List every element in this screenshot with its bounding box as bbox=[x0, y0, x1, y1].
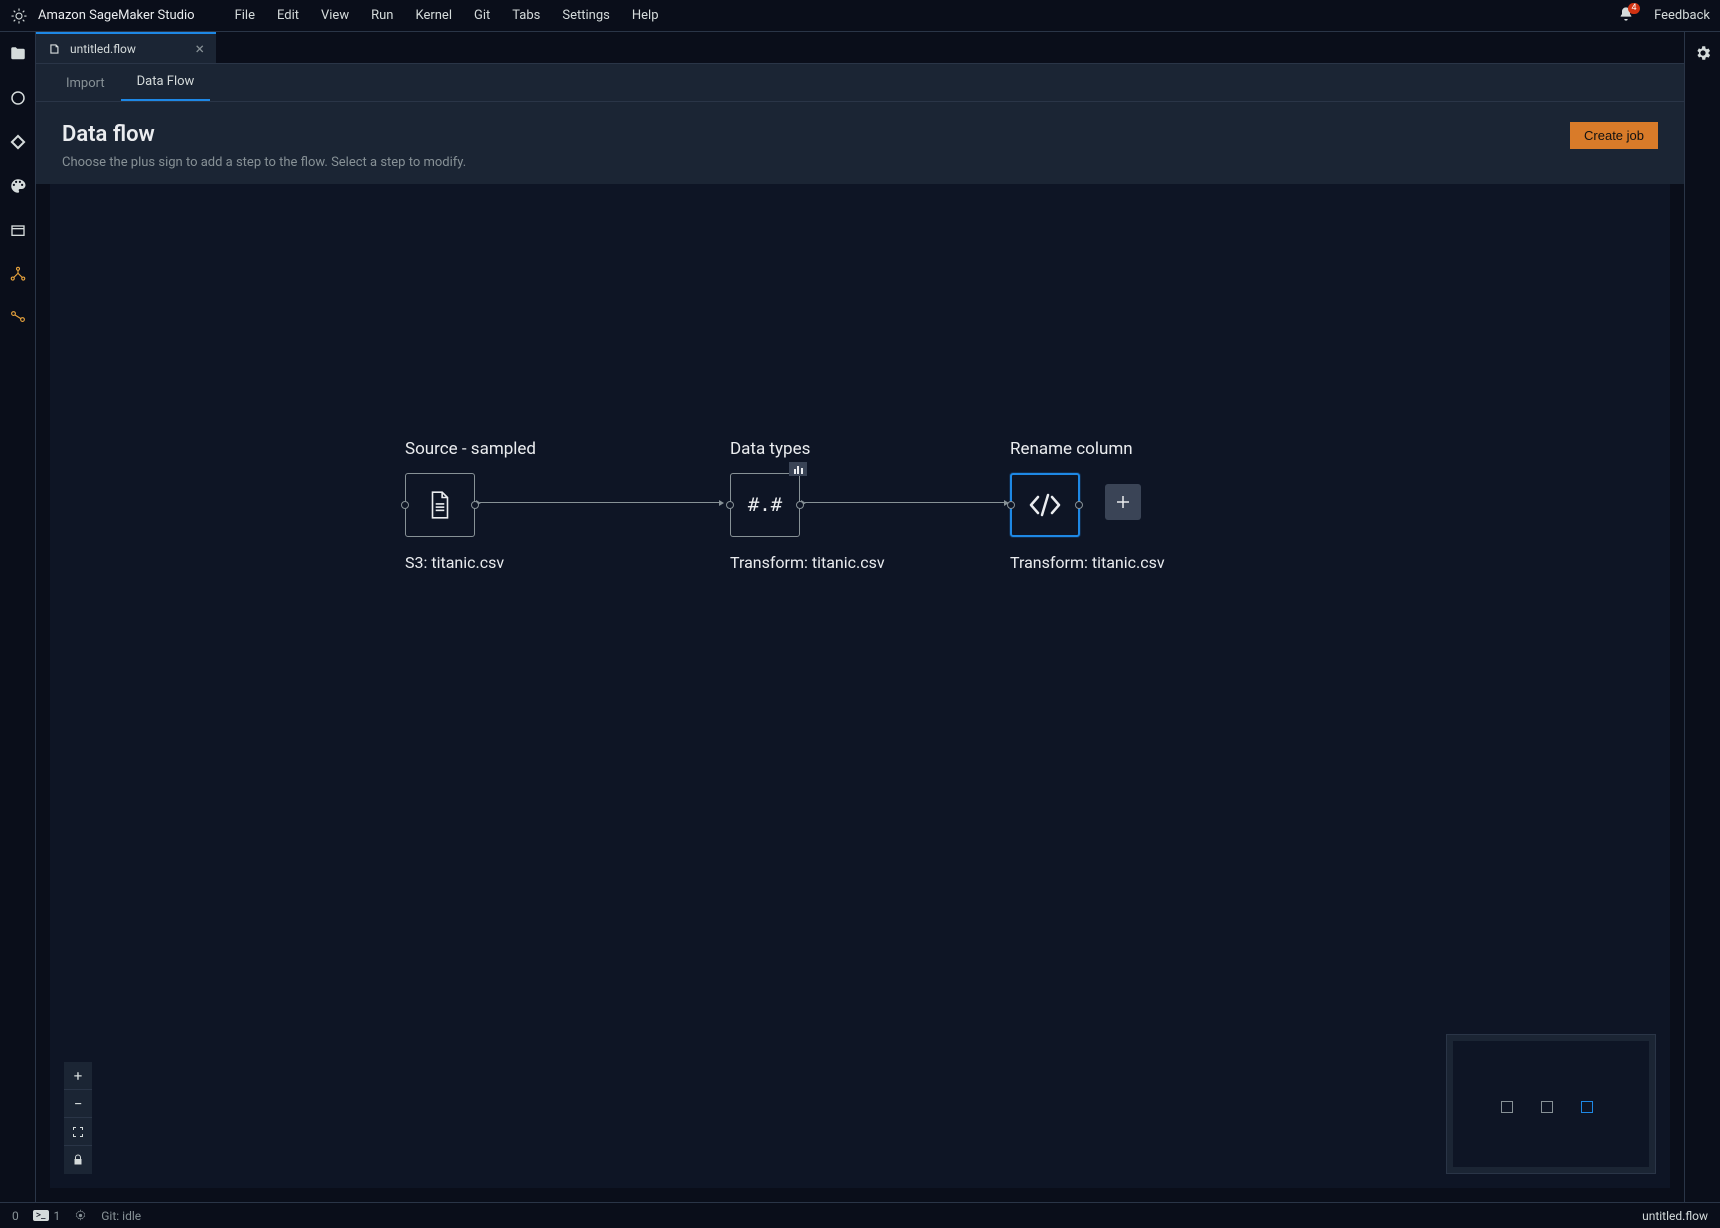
top-menus: File Edit View Run Kernel Git Tabs Setti… bbox=[235, 8, 659, 23]
menu-settings[interactable]: Settings bbox=[562, 8, 609, 23]
notif-badge: 4 bbox=[1628, 3, 1640, 14]
node-datatypes-sub: Transform: titanic.csv bbox=[730, 553, 885, 572]
status-errors[interactable]: 0 bbox=[12, 1209, 19, 1223]
sagemaker-logo-icon bbox=[10, 7, 28, 25]
flow-canvas[interactable]: Source - sampled S3: titanic.csv Data ty… bbox=[50, 184, 1670, 1188]
status-terminals[interactable]: >_ 1 bbox=[33, 1209, 61, 1223]
node-source-sub: S3: titanic.csv bbox=[405, 553, 504, 572]
gear-icon bbox=[74, 1209, 87, 1222]
minimap[interactable] bbox=[1446, 1034, 1656, 1174]
page-subtitle: Choose the plus sign to add a step to th… bbox=[62, 155, 1570, 170]
right-sidebar bbox=[1684, 32, 1720, 1202]
port-in[interactable] bbox=[726, 501, 734, 509]
terminal-icon: >_ bbox=[33, 1210, 49, 1221]
fullscreen-icon bbox=[72, 1126, 84, 1138]
node-source-title: Source - sampled bbox=[405, 439, 536, 459]
hash-icon: #.# bbox=[748, 494, 782, 516]
flow-header: Data flow Choose the plus sign to add a … bbox=[36, 102, 1684, 184]
menu-run[interactable]: Run bbox=[371, 8, 393, 23]
plus-icon bbox=[1114, 493, 1132, 511]
git-icon[interactable] bbox=[8, 132, 28, 152]
document-tabs: untitled.flow × bbox=[36, 32, 1684, 64]
menu-kernel[interactable]: Kernel bbox=[415, 8, 452, 23]
flow-file-icon bbox=[48, 42, 62, 56]
create-job-button[interactable]: Create job bbox=[1570, 122, 1658, 149]
palette-icon[interactable] bbox=[8, 176, 28, 196]
code-icon bbox=[1028, 492, 1062, 518]
tab-data-flow[interactable]: Data Flow bbox=[121, 64, 211, 101]
menu-view[interactable]: View bbox=[321, 8, 349, 23]
port-in[interactable] bbox=[401, 501, 409, 509]
document-icon bbox=[427, 490, 453, 520]
node-source[interactable]: Source - sampled S3: titanic.csv bbox=[405, 439, 536, 572]
doc-tab-label: untitled.flow bbox=[70, 42, 136, 56]
port-out[interactable] bbox=[471, 501, 479, 509]
node-datatypes[interactable]: Data types #.# Transform: titanic.csv bbox=[730, 439, 885, 572]
status-kernel-icon[interactable] bbox=[74, 1209, 87, 1222]
minimap-node-selected bbox=[1581, 1101, 1593, 1113]
analysis-badge-icon[interactable] bbox=[789, 462, 807, 476]
left-sidebar bbox=[0, 32, 36, 1202]
node-rename-column[interactable]: Rename column Transform: titanic.csv bbox=[1010, 439, 1165, 572]
tab-import[interactable]: Import bbox=[50, 66, 121, 101]
flow-tabs: Import Data Flow bbox=[36, 64, 1684, 102]
doc-tab-untitled[interactable]: untitled.flow × bbox=[36, 32, 216, 63]
node-rename-title: Rename column bbox=[1010, 439, 1133, 459]
add-step-button[interactable] bbox=[1105, 484, 1141, 520]
status-git[interactable]: Git: idle bbox=[101, 1209, 141, 1223]
menu-tabs[interactable]: Tabs bbox=[512, 8, 540, 23]
zoom-out-button[interactable]: − bbox=[64, 1090, 92, 1118]
running-icon[interactable] bbox=[8, 88, 28, 108]
lock-button[interactable] bbox=[64, 1146, 92, 1174]
menu-file[interactable]: File bbox=[235, 8, 255, 23]
menu-help[interactable]: Help bbox=[632, 8, 659, 23]
port-out[interactable] bbox=[1075, 501, 1083, 509]
minimap-node bbox=[1501, 1101, 1513, 1113]
minimap-node bbox=[1541, 1101, 1553, 1113]
brand-title: Amazon SageMaker Studio bbox=[38, 8, 195, 23]
menu-git[interactable]: Git bbox=[474, 8, 490, 23]
zoom-in-button[interactable]: + bbox=[64, 1062, 92, 1090]
notifications-button[interactable]: 4 bbox=[1618, 6, 1634, 26]
menu-edit[interactable]: Edit bbox=[277, 8, 299, 23]
fit-screen-button[interactable] bbox=[64, 1118, 92, 1146]
file-browser-icon[interactable] bbox=[8, 44, 28, 64]
node-rename-sub: Transform: titanic.csv bbox=[1010, 553, 1165, 572]
page-title: Data flow bbox=[62, 122, 1570, 147]
close-icon[interactable]: × bbox=[195, 41, 204, 57]
lock-icon bbox=[72, 1154, 84, 1166]
node-datatypes-title: Data types bbox=[730, 439, 810, 459]
feedback-link[interactable]: Feedback bbox=[1654, 8, 1710, 23]
port-out[interactable] bbox=[796, 501, 804, 509]
top-menubar: Amazon SageMaker Studio File Edit View R… bbox=[0, 0, 1720, 32]
settings-icon[interactable] bbox=[1694, 44, 1712, 66]
tabs-icon[interactable] bbox=[8, 220, 28, 240]
status-bar: 0 >_ 1 Git: idle untitled.flow bbox=[0, 1202, 1720, 1228]
port-in[interactable] bbox=[1007, 501, 1015, 509]
components-icon[interactable] bbox=[8, 264, 28, 284]
status-filename: untitled.flow bbox=[1642, 1209, 1708, 1223]
pipelines-icon[interactable] bbox=[8, 308, 28, 328]
zoom-controls: + − bbox=[64, 1062, 92, 1174]
minimap-viewport bbox=[1453, 1041, 1649, 1167]
